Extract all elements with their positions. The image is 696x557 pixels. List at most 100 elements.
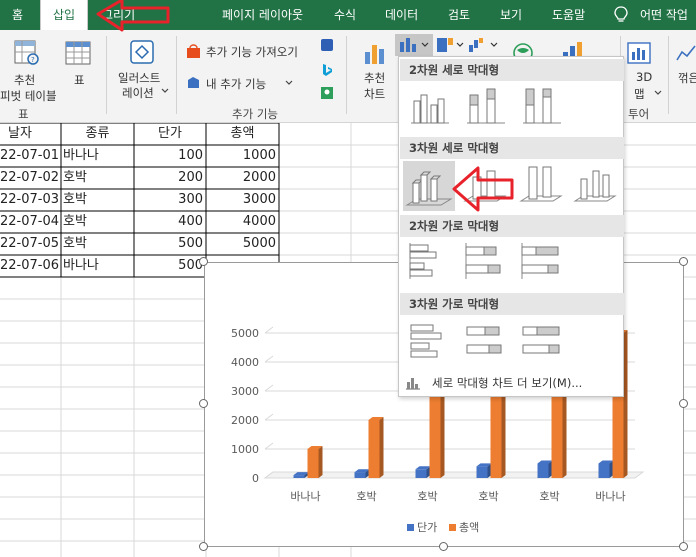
option-100-stacked-bar[interactable] xyxy=(517,239,565,283)
chart-resize-handle[interactable] xyxy=(679,399,688,408)
option-3d-stacked-column[interactable] xyxy=(461,161,509,205)
chart-resize-handle[interactable] xyxy=(439,542,448,551)
cell-unit-price[interactable]: 100 xyxy=(134,145,206,167)
group-separator xyxy=(346,36,347,114)
3d-clustered-column-icon xyxy=(405,171,453,206)
illustrations-label-2[interactable]: 레이션 xyxy=(122,85,154,101)
sparkline-icon[interactable] xyxy=(676,42,696,64)
hierarchy-chart-icon[interactable] xyxy=(436,37,464,53)
chart-bar-front xyxy=(476,466,488,478)
cell-date[interactable]: 22-07-04 xyxy=(0,211,61,233)
cell-date[interactable]: 22-07-03 xyxy=(0,189,61,211)
option-clustered-bar[interactable] xyxy=(405,239,453,283)
chart-resize-handle[interactable] xyxy=(679,257,688,266)
column-chart-dropdown: 2차원 세로 막대형 3차원 세로 막대형 2차원 가로 막대형 3차원 가로 … xyxy=(398,56,624,397)
chart-bar-front xyxy=(368,420,380,478)
header-date[interactable]: 날자 xyxy=(0,123,40,145)
sparkline-label[interactable]: 꺾은 xyxy=(678,70,696,86)
column-chart-button[interactable] xyxy=(395,34,433,56)
table-icon[interactable] xyxy=(64,40,92,66)
tab-help[interactable]: 도움말 xyxy=(552,0,585,30)
chart-resize-handle[interactable] xyxy=(199,399,208,408)
my-addins-icon[interactable] xyxy=(186,75,201,90)
tab-page-layout[interactable]: 페이지 레이아웃 xyxy=(222,0,303,30)
cell-date[interactable]: 22-07-02 xyxy=(0,167,61,189)
option-stacked-bar[interactable] xyxy=(461,239,509,283)
table-label[interactable]: 표 xyxy=(74,72,85,88)
store-icon[interactable] xyxy=(186,44,201,59)
cell-total[interactable]: 3000 xyxy=(206,189,279,211)
option-3d-100-stacked-bar[interactable] xyxy=(517,317,565,361)
chevron-down-icon[interactable] xyxy=(285,80,293,86)
chart-resize-handle[interactable] xyxy=(199,542,208,551)
tab-review[interactable]: 검토 xyxy=(448,0,470,30)
chart-resize-handle[interactable] xyxy=(679,542,688,551)
tab-formulas[interactable]: 수식 xyxy=(334,0,356,30)
get-addins-button[interactable]: 추가 기능 가져오기 xyxy=(206,44,298,60)
option-3d-column[interactable] xyxy=(571,161,619,205)
option-stacked-column[interactable] xyxy=(461,83,509,127)
cell-unit-price[interactable]: 200 xyxy=(134,167,206,189)
cell-total[interactable]: 4000 xyxy=(206,211,279,233)
chevron-down-icon[interactable] xyxy=(161,88,169,94)
recommended-charts-icon[interactable] xyxy=(362,40,388,66)
header-unit-price[interactable]: 단가 xyxy=(134,123,206,145)
cell-total[interactable]: 5000 xyxy=(206,233,279,255)
people-graph-icon[interactable] xyxy=(320,86,334,100)
tab-home[interactable]: 홈 xyxy=(12,0,23,30)
tab-draw[interactable]: 그리기 xyxy=(102,0,135,30)
cell-total[interactable]: 1000 xyxy=(206,145,279,167)
cell-type[interactable]: 바나나 xyxy=(63,145,134,167)
3d-percent-stacked-bar-icon xyxy=(522,326,560,354)
cell-type[interactable]: 호박 xyxy=(63,167,134,189)
chevron-down-icon[interactable] xyxy=(654,90,662,96)
option-3d-stacked-bar[interactable] xyxy=(461,317,509,361)
tab-data[interactable]: 데이터 xyxy=(385,0,418,30)
option-100-stacked-column[interactable] xyxy=(517,83,565,127)
option-3d-clustered-column[interactable] xyxy=(403,161,455,211)
3d-map-label[interactable]: 3D xyxy=(636,70,652,84)
cell-unit-price[interactable]: 500 xyxy=(134,255,206,277)
cell-unit-price[interactable]: 400 xyxy=(134,211,206,233)
chart-x-tick-label: 호박 xyxy=(539,490,559,503)
option-clustered-column[interactable] xyxy=(405,83,453,127)
recommended-charts-label[interactable]: 추천 xyxy=(364,70,385,86)
3d-stacked-bar-icon xyxy=(466,326,502,354)
my-addins-button[interactable]: 내 추가 기능 xyxy=(206,76,266,92)
cell-unit-price[interactable]: 500 xyxy=(134,233,206,255)
cell-type[interactable]: 호박 xyxy=(63,233,134,255)
tell-me-search[interactable]: 어떤 작업 xyxy=(640,0,688,30)
3d-map-icon[interactable] xyxy=(626,40,652,66)
pivot-table-icon[interactable]: ? xyxy=(14,40,40,66)
cell-date[interactable]: 22-07-06 xyxy=(0,255,61,277)
chart-resize-handle[interactable] xyxy=(199,257,208,266)
cell-date[interactable]: 22-07-01 xyxy=(0,145,61,167)
recommended-charts-label-2[interactable]: 차트 xyxy=(364,86,385,102)
more-column-charts-link[interactable]: 세로 막대형 차트 더 보기(M)... xyxy=(400,371,624,395)
cell-type[interactable]: 바나나 xyxy=(63,255,134,277)
3d-map-label-2[interactable]: 맵 xyxy=(634,86,645,102)
bing-icon[interactable] xyxy=(320,63,334,77)
recommended-pivot-label[interactable]: 추천 xyxy=(14,72,35,88)
cell-type[interactable]: 호박 xyxy=(63,211,134,233)
visio-icon[interactable] xyxy=(320,38,334,52)
cell-total[interactable]: 2000 xyxy=(206,167,279,189)
option-3d-clustered-bar[interactable] xyxy=(405,317,453,361)
waterfall-chart-icon[interactable] xyxy=(468,37,498,53)
illustrations-icon[interactable] xyxy=(128,38,156,66)
section-3d-column: 3차원 세로 막대형 xyxy=(400,137,624,159)
cell-date[interactable]: 22-07-05 xyxy=(0,233,61,255)
pivot-table-label[interactable]: 피벗 테이블 xyxy=(0,88,57,104)
illustrations-label[interactable]: 일러스트 xyxy=(118,70,160,86)
tab-insert[interactable]: 삽입 xyxy=(40,0,88,30)
cell-type[interactable]: 호박 xyxy=(63,189,134,211)
cell-unit-price[interactable]: 300 xyxy=(134,189,206,211)
group-separator xyxy=(176,36,177,114)
header-total[interactable]: 총액 xyxy=(206,123,279,145)
chart-bar-side xyxy=(440,388,445,478)
tab-view[interactable]: 보기 xyxy=(500,0,522,30)
group-separator xyxy=(106,36,107,114)
option-3d-100-stacked-column[interactable] xyxy=(517,161,565,205)
svg-text:?: ? xyxy=(31,56,35,64)
header-type[interactable]: 종류 xyxy=(61,123,134,145)
